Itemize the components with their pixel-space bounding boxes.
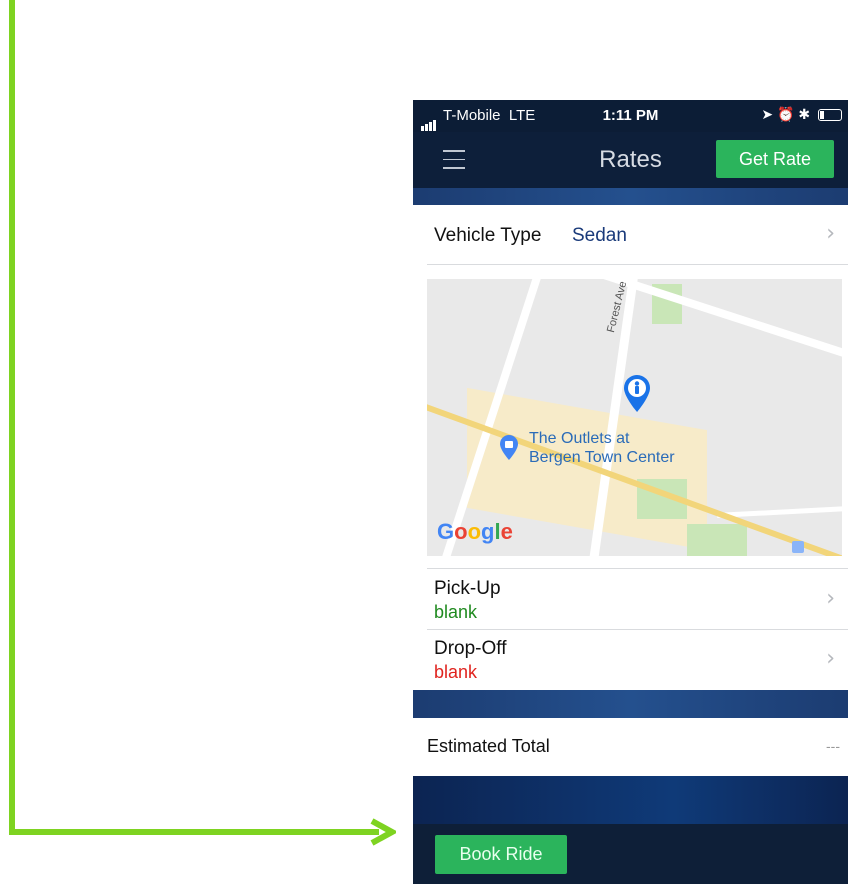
pickup-label: Pick-Up <box>434 578 501 599</box>
pickup-row[interactable]: Pick-Up blank › <box>413 570 848 630</box>
nav-bar: Rates Get Rate <box>413 132 848 188</box>
bluetooth-icon: ✱ <box>798 106 811 122</box>
location-arrow-icon: ➤ <box>761 106 774 122</box>
status-bar: T-Mobile LTE 1:11 PM ➤ ⏰ ✱ <box>413 100 848 132</box>
shopping-pin-icon[interactable] <box>499 435 519 461</box>
poi-label: The Outlets at Bergen Town Center <box>529 429 675 467</box>
map-road <box>545 279 842 378</box>
dropoff-row[interactable]: Drop-Off blank › <box>413 630 848 690</box>
chevron-right-icon: › <box>826 586 835 611</box>
estimated-total-row: Estimated Total --- <box>413 718 848 776</box>
book-ride-button[interactable]: Book Ride <box>435 835 567 874</box>
chevron-right-icon: › <box>826 221 835 246</box>
dropoff-label: Drop-Off <box>434 638 507 659</box>
pickup-value: blank <box>434 602 478 622</box>
annotation-arrow-head-icon <box>370 818 396 846</box>
alarm-icon: ⏰ <box>777 106 795 122</box>
rate-form-card: Vehicle Type Sedan › Forest Ave The Outl… <box>413 205 848 690</box>
vehicle-type-row[interactable]: Vehicle Type Sedan › <box>413 205 848 265</box>
location-pin-icon[interactable] <box>623 375 651 413</box>
google-logo: Google <box>437 519 513 544</box>
dropoff-value: blank <box>434 662 478 682</box>
divider <box>427 264 848 265</box>
vehicle-type-value: Sedan <box>572 225 627 246</box>
footer-decor-strip <box>413 776 848 824</box>
water-area <box>792 541 804 553</box>
estimated-total-label: Estimated Total <box>427 736 550 756</box>
poi-label-line1: The Outlets at <box>529 430 630 447</box>
estimated-total-value: --- <box>826 738 840 754</box>
vehicle-type-label: Vehicle Type <box>434 225 542 246</box>
map-view[interactable]: Forest Ave The Outlets at Bergen Town Ce… <box>427 279 842 556</box>
annotation-arrow-horizontal <box>9 829 379 835</box>
phone-screen: T-Mobile LTE 1:11 PM ➤ ⏰ ✱ Rates Get Rat… <box>413 100 848 884</box>
bottom-bar: Book Ride <box>413 824 848 884</box>
annotation-arrow-vertical <box>9 0 15 832</box>
status-icons: ➤ ⏰ ✱ <box>761 106 842 123</box>
park-area <box>687 524 747 556</box>
header-decor-strip <box>413 188 848 205</box>
section-decor-strip <box>413 690 848 718</box>
chevron-right-icon: › <box>826 646 835 671</box>
battery-icon <box>818 109 842 122</box>
get-rate-button[interactable]: Get Rate <box>716 140 834 178</box>
divider <box>427 568 848 569</box>
poi-label-line2: Bergen Town Center <box>529 449 675 466</box>
